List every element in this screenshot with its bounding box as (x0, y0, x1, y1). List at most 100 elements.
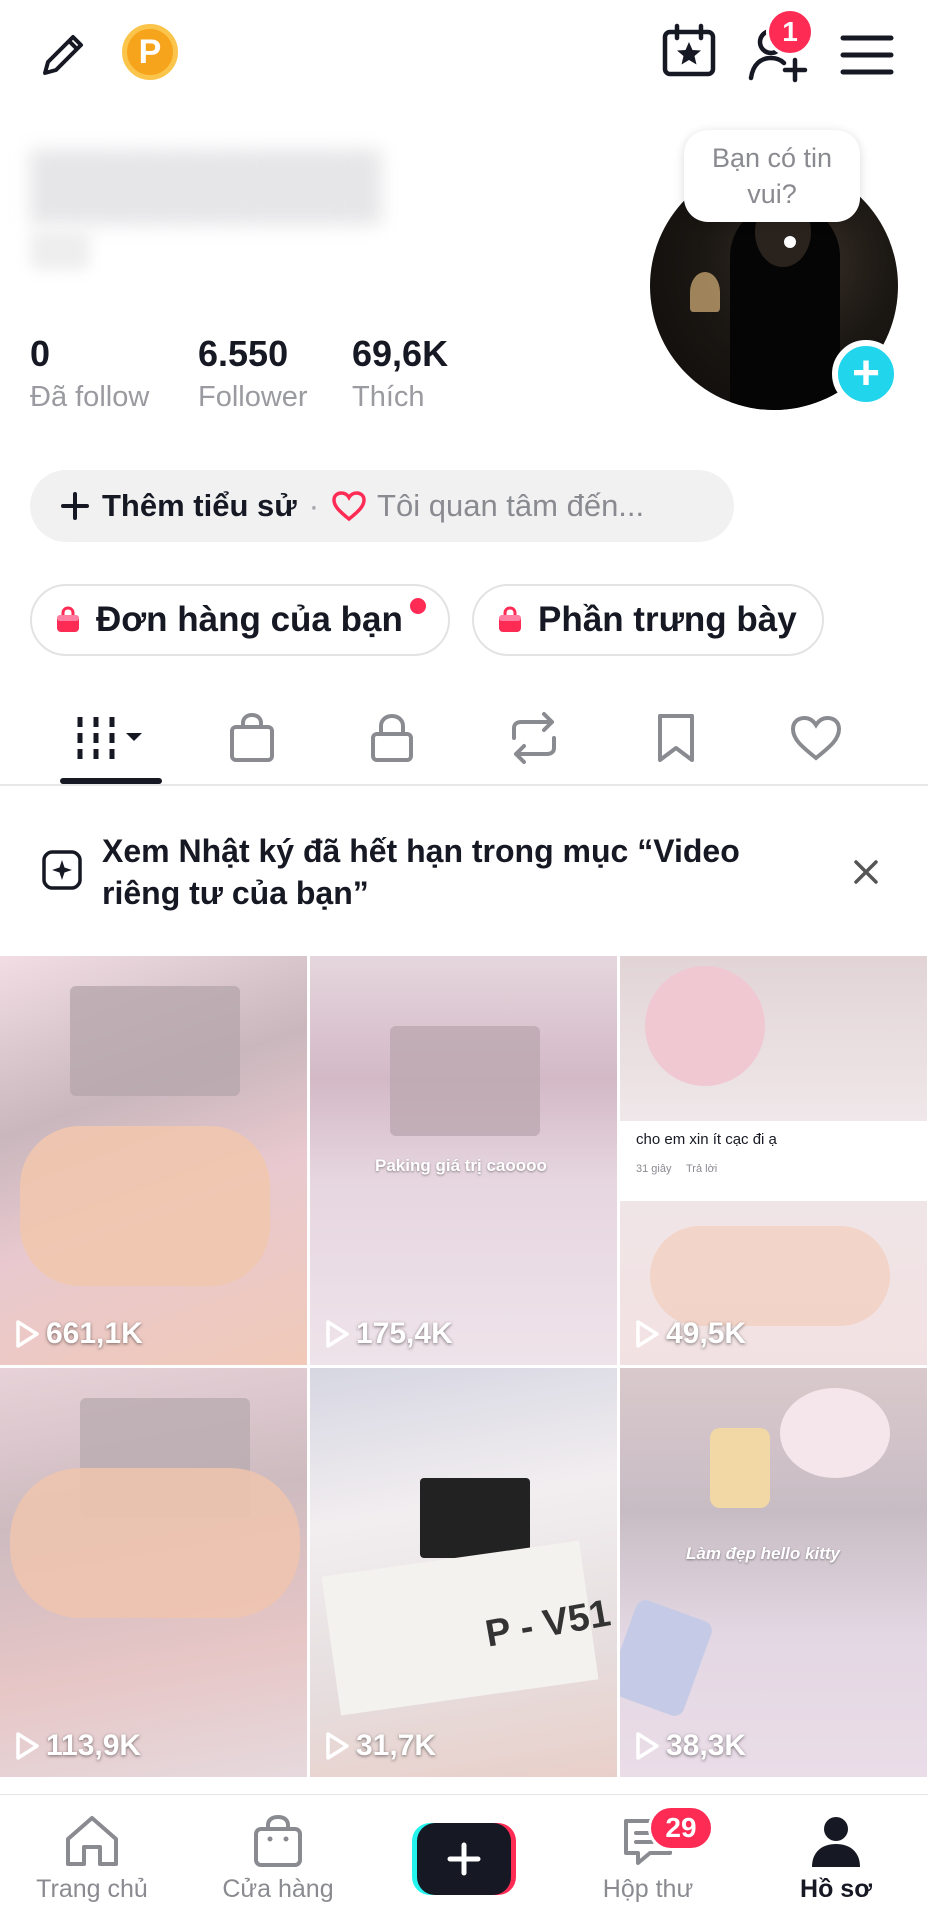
lock-icon (371, 713, 413, 762)
tab-active-indicator (60, 778, 162, 784)
stat-following[interactable]: 0 Đã follow (30, 332, 149, 416)
tab-saved[interactable] (606, 690, 746, 786)
video-thumbnail[interactable]: Paking giá trị caoooo 175,4K (310, 956, 617, 1365)
video-thumbnail[interactable]: 661,1K (0, 956, 307, 1365)
tab-videos[interactable] (42, 690, 182, 786)
orders-label: Đơn hàng của bạn (96, 600, 403, 639)
nav-home[interactable]: Trang chủ (12, 1795, 172, 1921)
orders-notification-dot (410, 598, 426, 614)
comment-card: cho em xin ít cạc đi ạ 31 giây Trả lời (620, 1121, 927, 1201)
notice-text: Xem Nhật ký đã hết hạn trong mục “Video … (102, 833, 740, 911)
view-count-value: 49,5K (666, 1317, 747, 1350)
nav-inbox-label: Hộp thư (602, 1875, 694, 1903)
play-icon (636, 1320, 659, 1348)
add-bio-label: Thêm tiểu sử (102, 488, 297, 523)
play-icon (636, 1732, 659, 1760)
profile-tabs (0, 690, 928, 786)
coin-icon[interactable]: P (122, 24, 178, 80)
tab-private[interactable] (322, 690, 462, 786)
nav-shop[interactable]: Cửa hàng (198, 1795, 358, 1921)
shopping-bag-icon (230, 712, 274, 762)
view-count: 38,3K (634, 1729, 746, 1763)
tab-reposts[interactable] (464, 690, 604, 786)
view-count: 31,7K (324, 1729, 436, 1763)
interests-label: Tôi quan tâm đến... (377, 488, 645, 523)
thumbnail-shelf (70, 986, 240, 1096)
stat-likes[interactable]: 69,6K Thích (352, 332, 448, 416)
bio-pill[interactable]: Thêm tiểu sử · Tôi quan tâm đến... (30, 470, 734, 542)
nav-profile[interactable]: Hồ sơ (756, 1795, 916, 1921)
bio-separator: · (308, 488, 320, 523)
thumbnail-frame (645, 966, 765, 1086)
close-icon[interactable] (852, 858, 880, 886)
add-friend-badge: 1 (766, 8, 814, 56)
stat-followers-label: Follower (198, 381, 308, 413)
thumbnail-photo (420, 1478, 530, 1558)
menu-icon[interactable] (834, 22, 900, 88)
comment-reply: Trả lời (686, 1163, 718, 1175)
view-count: 49,5K (634, 1317, 746, 1351)
orders-button[interactable]: Đơn hàng của bạn (30, 584, 450, 656)
comment-meta: 31 giây (636, 1163, 672, 1175)
showcase-label: Phần trưng bày (538, 600, 797, 639)
thumbnail-phone (620, 1597, 715, 1719)
calendar-star-icon[interactable] (656, 18, 722, 84)
stat-followers-value: 6.550 (198, 333, 289, 374)
edit-pencil-icon[interactable] (30, 22, 96, 88)
view-count-value: 38,3K (666, 1729, 747, 1762)
view-count-value: 113,9K (46, 1729, 142, 1762)
avatar-bubble[interactable]: Bạn có tin vui? (684, 130, 860, 222)
video-thumbnail[interactable]: cho em xin ít cạc đi ạ 31 giây Trả lời 4… (620, 956, 927, 1365)
showcase-button[interactable]: Phần trưng bày (472, 584, 824, 656)
add-bio-button[interactable]: Thêm tiểu sử (60, 488, 297, 524)
inbox-badge: 29 (648, 1805, 714, 1851)
shopping-bag-icon (57, 606, 79, 632)
bookmark-icon (658, 714, 694, 762)
heart-icon (332, 491, 366, 522)
view-count-value: 31,7K (356, 1729, 437, 1762)
tab-shop[interactable] (182, 690, 322, 786)
thumbnail-hands (20, 1126, 270, 1286)
thumbnail-shelf (390, 1026, 540, 1136)
video-caption: Làm đẹp hello kitty (686, 1544, 840, 1563)
play-icon (326, 1320, 349, 1348)
play-icon (16, 1732, 39, 1760)
plus-icon (61, 492, 89, 520)
comment-text: cho em xin ít cạc đi ạ (636, 1131, 777, 1148)
repost-icon (512, 712, 556, 764)
top-bar: P 1 (0, 0, 928, 110)
add-avatar-button[interactable]: + (832, 340, 900, 408)
create-button[interactable] (412, 1823, 516, 1895)
stat-likes-label: Thích (352, 381, 425, 413)
nav-home-label: Trang chủ (36, 1875, 148, 1903)
profile-handle-blurred (30, 230, 90, 270)
create-button-core (417, 1823, 511, 1895)
heart-icon (790, 715, 842, 761)
coin-label: P (122, 24, 178, 80)
view-count: 113,9K (14, 1729, 141, 1763)
video-thumbnail[interactable]: 113,9K (0, 1368, 307, 1777)
shopping-bag-icon (254, 1814, 302, 1867)
thumbnail-decor (710, 1428, 770, 1508)
video-thumbnail[interactable]: Làm đẹp hello kitty 38,3K (620, 1368, 927, 1777)
bottom-nav: Trang chủ Cửa hàng Hộp thư 29 Hồ sơ (0, 1794, 928, 1920)
avatar-lamp (690, 272, 720, 312)
expired-diary-notice[interactable]: Xem Nhật ký đã hết hạn trong mục “Video … (0, 800, 928, 950)
grid-videos-icon (77, 717, 142, 759)
view-count: 661,1K (14, 1317, 143, 1351)
bubble-dot (784, 236, 796, 248)
interests-button[interactable]: Tôi quan tâm đến... (331, 488, 644, 524)
thumbnail-plush (780, 1388, 890, 1478)
stat-following-label: Đã follow (30, 381, 150, 413)
tab-liked[interactable] (746, 690, 886, 786)
stat-followers[interactable]: 6.550 Follower (198, 332, 308, 416)
stat-following-value: 0 (30, 333, 51, 374)
view-count-value: 661,1K (46, 1317, 143, 1350)
video-caption: Paking giá trị caoooo (375, 1156, 547, 1175)
view-count-value: 175,4K (356, 1317, 453, 1350)
nav-shop-label: Cửa hàng (222, 1875, 334, 1903)
video-thumbnail[interactable]: P - V51 31,7K (310, 1368, 617, 1777)
thumbnail-hands (10, 1468, 300, 1618)
plus-icon (447, 1842, 481, 1876)
shopping-bag-icon (499, 606, 521, 632)
